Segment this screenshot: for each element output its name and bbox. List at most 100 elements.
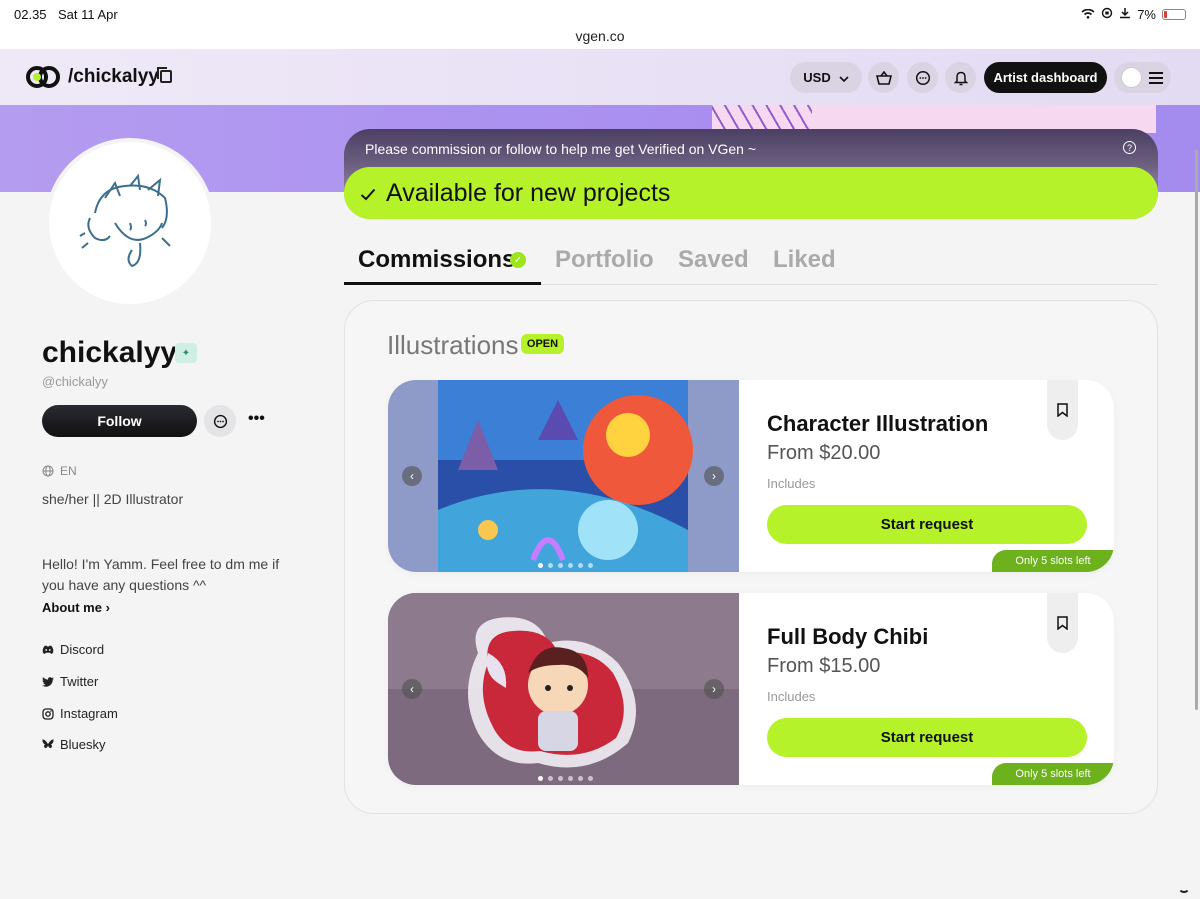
- chevron-down-icon: [839, 70, 849, 85]
- profile-name: chickalyy: [42, 336, 178, 369]
- chevron-right-icon: ›: [105, 600, 110, 615]
- social-label: Instagram: [60, 706, 118, 721]
- carousel-next-button[interactable]: ›: [704, 466, 724, 486]
- status-bar: 02.35 Sat 11 Apr 7%: [0, 0, 1200, 28]
- artwork-image: [388, 380, 739, 572]
- scrollbar[interactable]: [1195, 150, 1198, 710]
- status-badge: OPEN: [521, 334, 564, 354]
- site-header: /chickalyy USD Artist dashboard: [0, 49, 1200, 105]
- notice-text: Please commission or follow to help me g…: [365, 141, 757, 157]
- status-right: 7%: [1081, 7, 1186, 22]
- artwork-image: [388, 593, 739, 785]
- account-menu-button[interactable]: [1114, 62, 1171, 93]
- tab-saved[interactable]: Saved: [678, 246, 749, 274]
- commission-price: From $20.00: [767, 442, 881, 464]
- notifications-button[interactable]: [945, 62, 976, 93]
- battery-percent: 7%: [1137, 7, 1156, 22]
- currency-label: USD: [803, 70, 831, 85]
- profile-handle: /chickalyy: [68, 66, 159, 87]
- tab-portfolio[interactable]: Portfolio: [555, 246, 654, 274]
- availability-status: Available for new projects: [344, 167, 1158, 219]
- section-title: Illustrations: [387, 330, 519, 360]
- availability-label: Available for new projects: [386, 178, 671, 207]
- more-options-button[interactable]: •••: [248, 410, 265, 428]
- language-label: EN: [60, 464, 77, 478]
- bookmark-button[interactable]: [1047, 593, 1078, 653]
- twitter-icon: [42, 676, 54, 688]
- help-icon[interactable]: ?: [1123, 141, 1136, 154]
- tab-liked[interactable]: Liked: [773, 246, 836, 274]
- commission-image-carousel[interactable]: ‹ ›: [388, 593, 739, 785]
- commission-card[interactable]: ‹ › Character Illustration From $20.00 I…: [388, 380, 1114, 572]
- start-request-button[interactable]: Start request: [767, 718, 1087, 757]
- start-request-button[interactable]: Start request: [767, 505, 1087, 544]
- messages-button[interactable]: [907, 62, 938, 93]
- artist-dashboard-label: Artist dashboard: [993, 70, 1098, 85]
- carousel-next-button[interactable]: ›: [704, 679, 724, 699]
- social-label: Bluesky: [60, 737, 106, 752]
- language-indicator: EN: [42, 464, 77, 478]
- bookmark-icon: [1057, 403, 1068, 417]
- active-tab-indicator: [344, 282, 541, 285]
- start-request-label: Start request: [880, 729, 974, 746]
- social-label: Discord: [60, 642, 105, 657]
- commission-card[interactable]: ‹ › Full Body Chibi From $15.00 Includes…: [388, 593, 1114, 785]
- carousel-prev-button[interactable]: ‹: [402, 679, 422, 699]
- commission-title: Character Illustration: [767, 411, 989, 436]
- hamburger-icon: [1149, 72, 1163, 87]
- follow-label: Follow: [97, 413, 142, 429]
- profile-bio: Hello! I'm Yamm. Feel free to dm me if y…: [42, 556, 280, 593]
- profile-tabs: Commissions ✓ Portfolio Saved Liked: [344, 240, 1158, 285]
- user-avatar: [1121, 67, 1142, 88]
- social-link-instagram[interactable]: Instagram: [42, 706, 118, 721]
- commission-price: From $15.00: [767, 655, 881, 677]
- carousel-dots: [538, 563, 593, 568]
- chat-icon: [213, 414, 227, 428]
- social-label: Twitter: [60, 674, 99, 689]
- carousel-dots: [538, 776, 593, 781]
- artist-dashboard-button[interactable]: Artist dashboard: [984, 62, 1107, 93]
- commission-image-carousel[interactable]: ‹ ›: [388, 380, 739, 572]
- profile-avatar: [45, 138, 215, 308]
- check-circle-icon: ✓: [510, 252, 526, 268]
- avatar-sketch-image: [79, 173, 171, 268]
- message-button[interactable]: [204, 405, 236, 437]
- bookmark-icon: [1057, 616, 1068, 630]
- copy-icon[interactable]: [157, 67, 172, 83]
- instagram-icon: [42, 707, 54, 720]
- slots-badge: Only 5 slots left: [992, 550, 1114, 572]
- loading-spinner-icon: [1178, 881, 1190, 893]
- discord-icon: [42, 644, 54, 656]
- currency-select[interactable]: USD: [790, 62, 862, 93]
- slots-badge: Only 5 slots left: [992, 763, 1114, 785]
- bookmark-button[interactable]: [1047, 380, 1078, 440]
- about-me-label: About me: [42, 600, 102, 615]
- bluesky-icon: [42, 739, 54, 751]
- status-time: 02.35: [14, 7, 47, 22]
- wifi-icon: [1081, 7, 1095, 22]
- commission-title: Full Body Chibi: [767, 624, 929, 649]
- url-text: vgen.co: [575, 28, 625, 44]
- carousel-prev-button[interactable]: ‹: [402, 466, 422, 486]
- globe-icon: [42, 465, 54, 477]
- vgen-logo-icon[interactable]: [26, 64, 60, 90]
- tab-commissions[interactable]: Commissions: [358, 246, 515, 274]
- about-me-link[interactable]: About me ›: [42, 600, 110, 615]
- check-icon: [360, 179, 376, 208]
- includes-label: Includes: [767, 689, 816, 704]
- lock-rotation-icon: [1101, 7, 1113, 22]
- follow-button[interactable]: Follow: [42, 405, 197, 437]
- bell-icon: [953, 71, 968, 85]
- battery-icon: [1162, 9, 1186, 20]
- includes-label: Includes: [767, 476, 816, 491]
- social-link-twitter[interactable]: Twitter: [42, 674, 98, 689]
- verified-badge-icon: ✦: [175, 343, 197, 363]
- profile-tagline: she/her || 2D Illustrator: [42, 491, 184, 507]
- social-link-bluesky[interactable]: Bluesky: [42, 737, 106, 752]
- url-bar[interactable]: vgen.co: [0, 28, 1200, 49]
- social-link-discord[interactable]: Discord: [42, 642, 104, 657]
- start-request-label: Start request: [880, 516, 974, 533]
- cart-button[interactable]: [868, 62, 899, 93]
- download-icon: [1119, 7, 1131, 22]
- status-date: Sat 11 Apr: [58, 7, 118, 22]
